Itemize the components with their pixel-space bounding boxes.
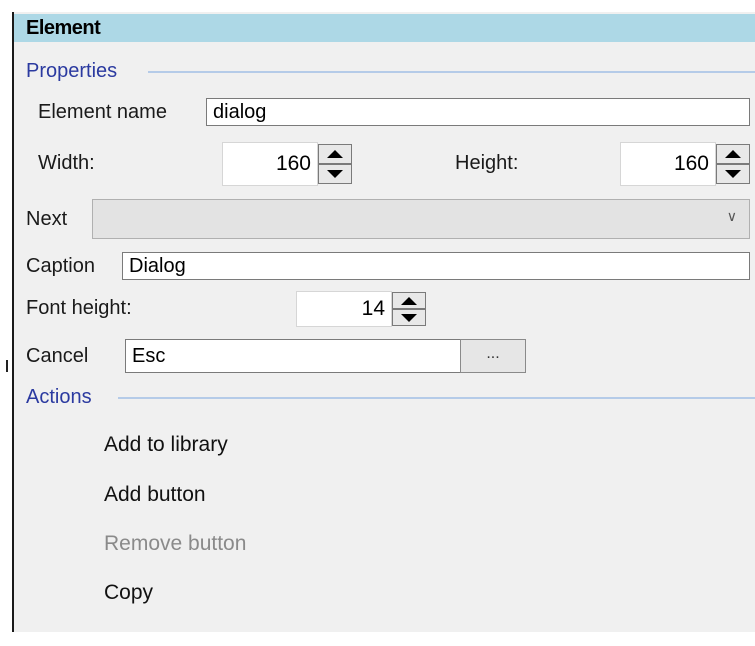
copy-action[interactable]: Copy	[104, 579, 153, 607]
arrow-up-icon	[327, 150, 343, 158]
font-height-increment-button[interactable]	[392, 292, 426, 309]
actions-section-label: Actions	[26, 386, 92, 408]
width-decrement-button[interactable]	[318, 164, 352, 184]
arrow-down-icon	[327, 170, 343, 178]
cancel-label: Cancel	[26, 345, 89, 367]
width-label: Width:	[38, 152, 95, 174]
element-name-input[interactable]	[206, 98, 750, 126]
browse-button[interactable]: ...	[460, 339, 526, 373]
height-decrement-button[interactable]	[716, 164, 750, 184]
height-value[interactable]: 160	[620, 142, 716, 186]
element-name-label: Element name	[38, 101, 167, 123]
height-spinner[interactable]: 160	[620, 142, 754, 186]
font-height-spin-buttons	[392, 291, 426, 327]
font-height-value[interactable]: 14	[296, 291, 392, 327]
width-spin-buttons	[318, 142, 352, 186]
font-height-label: Font height:	[26, 297, 132, 319]
font-height-spinner[interactable]: 14	[296, 291, 430, 327]
arrow-up-icon	[401, 296, 417, 305]
add-to-library-action[interactable]: Add to library	[104, 431, 228, 459]
properties-section-label: Properties	[26, 60, 118, 82]
width-increment-button[interactable]	[318, 144, 352, 164]
width-value[interactable]: 160	[222, 142, 318, 186]
arrow-down-icon	[401, 313, 417, 322]
next-dropdown[interactable]: ∨	[92, 199, 750, 239]
properties-section-rule	[148, 71, 755, 73]
caption-input[interactable]	[122, 252, 750, 280]
height-spin-buttons	[716, 142, 750, 186]
add-button-action[interactable]: Add button	[104, 481, 206, 509]
font-height-decrement-button[interactable]	[392, 309, 426, 326]
next-label: Next	[26, 208, 68, 230]
actions-section-rule	[118, 397, 755, 399]
height-increment-button[interactable]	[716, 144, 750, 164]
arrow-down-icon	[725, 170, 741, 178]
width-spinner[interactable]: 160	[222, 142, 358, 186]
arrow-up-icon	[725, 150, 741, 158]
caption-label: Caption	[26, 255, 95, 277]
panel-title: Element	[14, 14, 755, 42]
chevron-down-icon: ∨	[726, 208, 737, 224]
cancel-key-input[interactable]	[125, 339, 461, 373]
height-label: Height:	[455, 152, 519, 174]
window-edge-marker	[6, 360, 8, 372]
remove-button-action: Remove button	[104, 532, 247, 555]
